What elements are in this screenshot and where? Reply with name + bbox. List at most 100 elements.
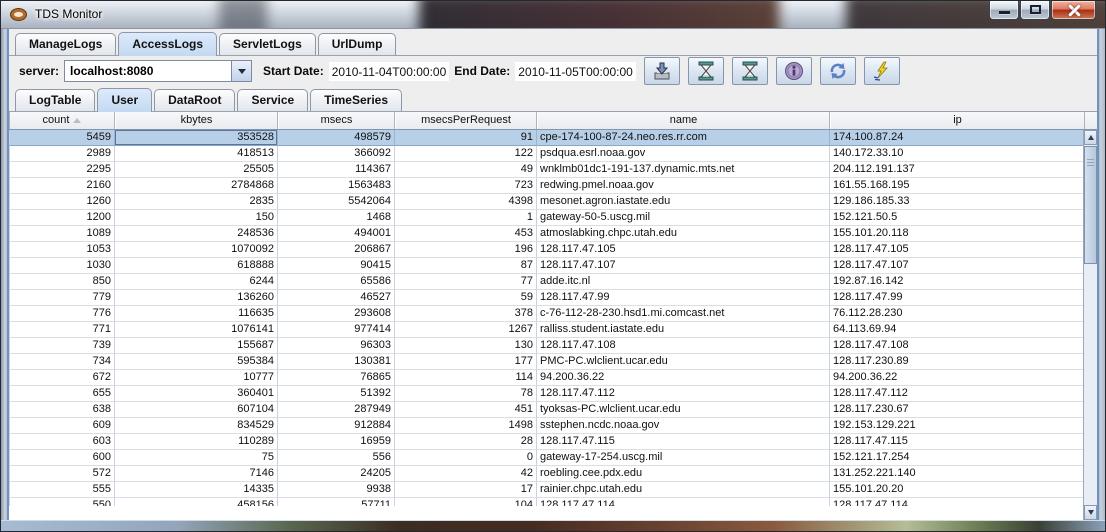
cell-name[interactable]: atmoslabking.chpc.utah.edu: [537, 226, 830, 242]
cell-name[interactable]: roebling.cee.pdx.edu: [537, 466, 830, 482]
cell-name[interactable]: psdqua.esrl.noaa.gov: [537, 146, 830, 162]
cell-count[interactable]: 739: [9, 338, 115, 354]
cell-msecsPerRequest[interactable]: 1498: [395, 418, 537, 434]
cell-name[interactable]: 128.117.47.112: [537, 386, 830, 402]
cell-msecsPerRequest[interactable]: 87: [395, 258, 537, 274]
cell-ip[interactable]: 128.117.47.105: [830, 242, 1085, 258]
cell-ip[interactable]: 128.117.47.99: [830, 290, 1085, 306]
table-row[interactable]: 2989418513366092122psdqua.esrl.noaa.gov1…: [9, 146, 1097, 162]
minimize-button[interactable]: [989, 1, 1019, 20]
cell-count[interactable]: 603: [9, 434, 115, 450]
cell-kbytes[interactable]: 248536: [115, 226, 278, 242]
table-row[interactable]: 1260283555420644398mesonet.agron.iastate…: [9, 194, 1097, 210]
end-date-value[interactable]: 2010-11-05T00:00:00: [515, 62, 636, 81]
cell-msecsPerRequest[interactable]: 453: [395, 226, 537, 242]
cell-kbytes[interactable]: 155687: [115, 338, 278, 354]
cell-count[interactable]: 550: [9, 498, 115, 506]
cell-ip[interactable]: 131.252.221.140: [830, 466, 1085, 482]
cell-kbytes[interactable]: 25505: [115, 162, 278, 178]
cell-ip[interactable]: 128.117.47.115: [830, 434, 1085, 450]
cell-name[interactable]: sstephen.ncdc.noaa.gov: [537, 418, 830, 434]
cell-count[interactable]: 850: [9, 274, 115, 290]
cell-msecs[interactable]: 498579: [278, 130, 395, 146]
cell-msecsPerRequest[interactable]: 104: [395, 498, 537, 506]
column-header-name[interactable]: name: [537, 112, 830, 129]
cell-kbytes[interactable]: 607104: [115, 402, 278, 418]
execute-button[interactable]: [864, 57, 900, 85]
cell-name[interactable]: 128.117.47.115: [537, 434, 830, 450]
cell-count[interactable]: 572: [9, 466, 115, 482]
cell-msecs[interactable]: 96303: [278, 338, 395, 354]
cell-msecs[interactable]: 114367: [278, 162, 395, 178]
tab-dataroot[interactable]: DataRoot: [154, 89, 235, 111]
tab-servletlogs[interactable]: ServletLogs: [219, 33, 316, 55]
cell-msecs[interactable]: 90415: [278, 258, 395, 274]
table-row[interactable]: 10306188889041587128.117.47.107128.117.4…: [9, 258, 1097, 274]
cell-count[interactable]: 1200: [9, 210, 115, 226]
tab-accesslogs[interactable]: AccessLogs: [118, 32, 217, 56]
cell-msecs[interactable]: 65586: [278, 274, 395, 290]
cell-kbytes[interactable]: 136260: [115, 290, 278, 306]
cell-ip[interactable]: 128.117.47.108: [830, 338, 1085, 354]
cell-ip[interactable]: 192.87.16.142: [830, 274, 1085, 290]
scroll-up-button[interactable]: [1084, 130, 1097, 145]
cell-ip[interactable]: 192.153.129.221: [830, 418, 1085, 434]
cell-ip[interactable]: 152.121.17.254: [830, 450, 1085, 466]
cell-msecsPerRequest[interactable]: 1267: [395, 322, 537, 338]
server-combobox[interactable]: localhost:8080: [64, 60, 252, 82]
cell-msecs[interactable]: 5542064: [278, 194, 395, 210]
table-row[interactable]: 6098345299128841498sstephen.ncdc.noaa.go…: [9, 418, 1097, 434]
cell-msecs[interactable]: 366092: [278, 146, 395, 162]
info-button[interactable]: [776, 57, 812, 85]
tab-timeseries[interactable]: TimeSeries: [310, 89, 402, 111]
cell-count[interactable]: 600: [9, 450, 115, 466]
tab-urldump[interactable]: UrlDump: [318, 33, 397, 55]
table-row[interactable]: 120015014681gateway-50-5.uscg.mil152.121…: [9, 210, 1097, 226]
cell-msecsPerRequest[interactable]: 91: [395, 130, 537, 146]
table-row[interactable]: 22952550511436749wnklmb01dc1-191-137.dyn…: [9, 162, 1097, 178]
table-row[interactable]: 55514335993817rainier.chpc.utah.edu155.1…: [9, 482, 1097, 498]
cell-ip[interactable]: 204.112.191.137: [830, 162, 1085, 178]
cell-kbytes[interactable]: 14335: [115, 482, 278, 498]
cell-msecsPerRequest[interactable]: 42: [395, 466, 537, 482]
cell-name[interactable]: ralliss.student.iastate.edu: [537, 322, 830, 338]
cell-name[interactable]: mesonet.agron.iastate.edu: [537, 194, 830, 210]
cell-count[interactable]: 776: [9, 306, 115, 322]
cell-msecsPerRequest[interactable]: 177: [395, 354, 537, 370]
cell-msecs[interactable]: 556: [278, 450, 395, 466]
cell-kbytes[interactable]: 6244: [115, 274, 278, 290]
cell-ip[interactable]: 128.117.47.114: [830, 498, 1085, 506]
cell-msecs[interactable]: 494001: [278, 226, 395, 242]
table-row[interactable]: 6031102891695928128.117.47.115128.117.47…: [9, 434, 1097, 450]
cell-count[interactable]: 1089: [9, 226, 115, 242]
tab-user[interactable]: User: [97, 88, 152, 112]
cell-ip[interactable]: 128.117.47.107: [830, 258, 1085, 274]
refresh-button[interactable]: [820, 57, 856, 85]
cell-msecsPerRequest[interactable]: 77: [395, 274, 537, 290]
cell-kbytes[interactable]: 2835: [115, 194, 278, 210]
cell-kbytes[interactable]: 834529: [115, 418, 278, 434]
table-row[interactable]: 776116635293608378c-76-112-28-230.hsd1.m…: [9, 306, 1097, 322]
column-header-kbytes[interactable]: kbytes: [115, 112, 278, 129]
cell-count[interactable]: 1030: [9, 258, 115, 274]
maximize-button[interactable]: [1020, 1, 1050, 20]
cell-name[interactable]: 128.117.47.114: [537, 498, 830, 506]
cell-kbytes[interactable]: 75: [115, 450, 278, 466]
cell-name[interactable]: PMC-PC.wlclient.ucar.edu: [537, 354, 830, 370]
cell-msecs[interactable]: 977414: [278, 322, 395, 338]
cell-msecsPerRequest[interactable]: 49: [395, 162, 537, 178]
column-header-msecs[interactable]: msecs: [278, 112, 395, 129]
cell-count[interactable]: 734: [9, 354, 115, 370]
tab-managelogs[interactable]: ManageLogs: [15, 33, 116, 55]
cell-kbytes[interactable]: 618888: [115, 258, 278, 274]
cell-msecsPerRequest[interactable]: 130: [395, 338, 537, 354]
cell-msecsPerRequest[interactable]: 196: [395, 242, 537, 258]
cell-count[interactable]: 655: [9, 386, 115, 402]
table-row[interactable]: 734595384130381177PMC-PC.wlclient.ucar.e…: [9, 354, 1097, 370]
cell-ip[interactable]: 155.101.20.20: [830, 482, 1085, 498]
cell-ip[interactable]: 128.117.47.112: [830, 386, 1085, 402]
cell-msecsPerRequest[interactable]: 59: [395, 290, 537, 306]
cell-count[interactable]: 1260: [9, 194, 115, 210]
column-header-count[interactable]: count: [9, 112, 115, 129]
cell-ip[interactable]: 128.117.230.89: [830, 354, 1085, 370]
